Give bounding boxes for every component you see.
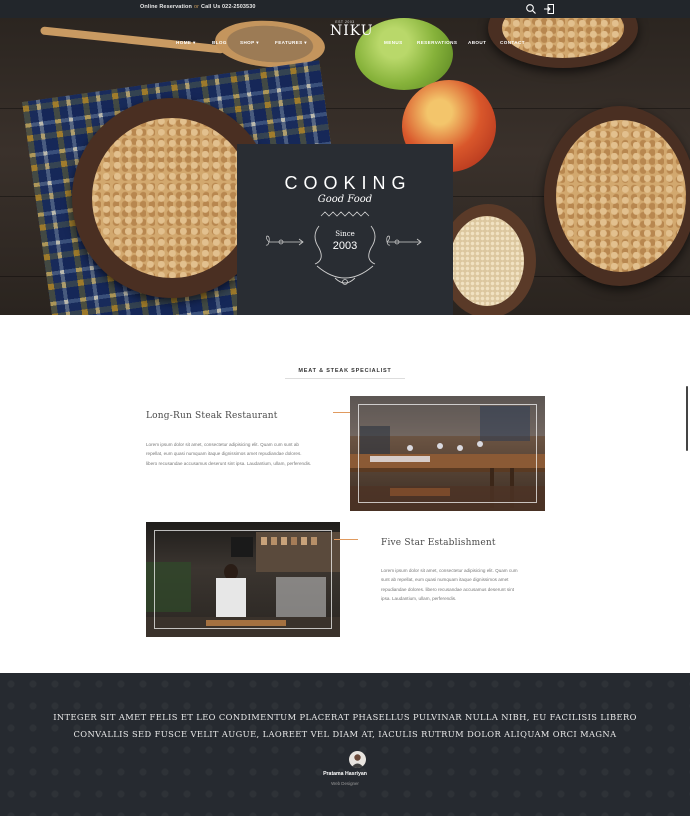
oats-bowl [440, 204, 536, 315]
hero-year: 2003 [332, 240, 358, 252]
crumble-bowl-right [544, 106, 690, 286]
nav-item-contact[interactable]: CONTACT [500, 40, 525, 45]
hero-badge: COOKING Good Food Since 2003 [237, 144, 453, 315]
feature-text-line: repudiandae dolores. libero recusandae a… [381, 586, 515, 592]
site-logo[interactable]: EST 2003 NIKU [330, 20, 374, 39]
feature-title-1: Long-Run Steak Restaurant [146, 411, 278, 421]
quote-line: INTEGER SIT AMET FELIS ET LEO CONDIMENTU… [53, 712, 637, 722]
nav-item-about[interactable]: ABOUT [468, 40, 486, 45]
section-title-underline [285, 378, 405, 379]
nav-item-features[interactable]: FEATURES ▾ [275, 40, 307, 46]
search-icon[interactable] [525, 2, 537, 14]
hero-since-label: Since [335, 230, 355, 238]
feature-text-line: sunt ab repellat, eum quasi numquam itaq… [381, 577, 509, 583]
logo-name: NIKU [330, 23, 374, 39]
call-us-text: Call Us 022-2503530 [201, 4, 256, 10]
wooden-spoon-handle [40, 26, 225, 54]
online-reservation-link[interactable]: Online Reservation [140, 4, 192, 10]
contact-separator: or [193, 4, 200, 10]
testimonial-role: Web Designer [331, 781, 359, 786]
login-icon[interactable] [543, 2, 555, 14]
feature-text-line: libero recusandae accusamus deserunt sin… [146, 460, 312, 466]
feature-text-1: Lorem ipsum dolor sit amet, consectetur … [146, 440, 311, 468]
feature-accent-line-2 [334, 539, 358, 540]
photo-frame [154, 530, 332, 629]
contact-info: Online Reservation or Call Us 022-2503530 [140, 4, 256, 10]
section-title: MEAT & STEAK SPECIALIST [298, 368, 392, 374]
nav-item-reservations[interactable]: RESERVATIONS [417, 40, 457, 45]
testimonial-author: Pratama Hasriyan [323, 771, 367, 777]
nav-item-shop[interactable]: SHOP ▾ [240, 40, 259, 46]
feature-text-2: Lorem ipsum dolor sit amet, consectetur … [381, 566, 518, 603]
restaurant-interior-photo [350, 396, 545, 511]
kitchen-chef-photo [146, 522, 340, 637]
top-bar: Online Reservation or Call Us 022-2503530 [0, 0, 690, 18]
nav-item-blog[interactable]: BLOG [212, 40, 227, 45]
photo-frame [358, 404, 537, 503]
feature-text-line: Lorem ipsum dolor sit amet, consectetur … [146, 442, 299, 447]
hero-section: HOME ▾ BLOG SHOP ▾ FEATURES ▾ MENUS RESE… [0, 18, 690, 315]
feature-text-line: repellat, eum quasi numquam itaque digni… [146, 451, 302, 457]
quote-line: CONVALLIS SED FUSCE VELIT AUGUE, LAOREET… [73, 729, 617, 739]
testimonial-section: INTEGER SIT AMET FELIS ET LEO CONDIMENTU… [0, 673, 690, 816]
topbar-icons [525, 2, 555, 14]
nav-item-menus[interactable]: MENUS [384, 40, 403, 45]
avatar [349, 751, 366, 768]
feature-title-2: Five Star Establishment [381, 538, 496, 548]
feature-text-line: ipsa. Laudantium, ullam, perferendis. [381, 595, 457, 601]
feature-text-line: Lorem ipsum dolor sit amet, consectetur … [381, 568, 518, 573]
testimonial-quote: INTEGER SIT AMET FELIS ET LEO CONDIMENTU… [0, 709, 690, 743]
scrollbar-thumb[interactable] [686, 386, 688, 451]
section-heading: MEAT & STEAK SPECIALIST [0, 368, 690, 379]
nav-item-home[interactable]: HOME ▾ [176, 40, 196, 46]
